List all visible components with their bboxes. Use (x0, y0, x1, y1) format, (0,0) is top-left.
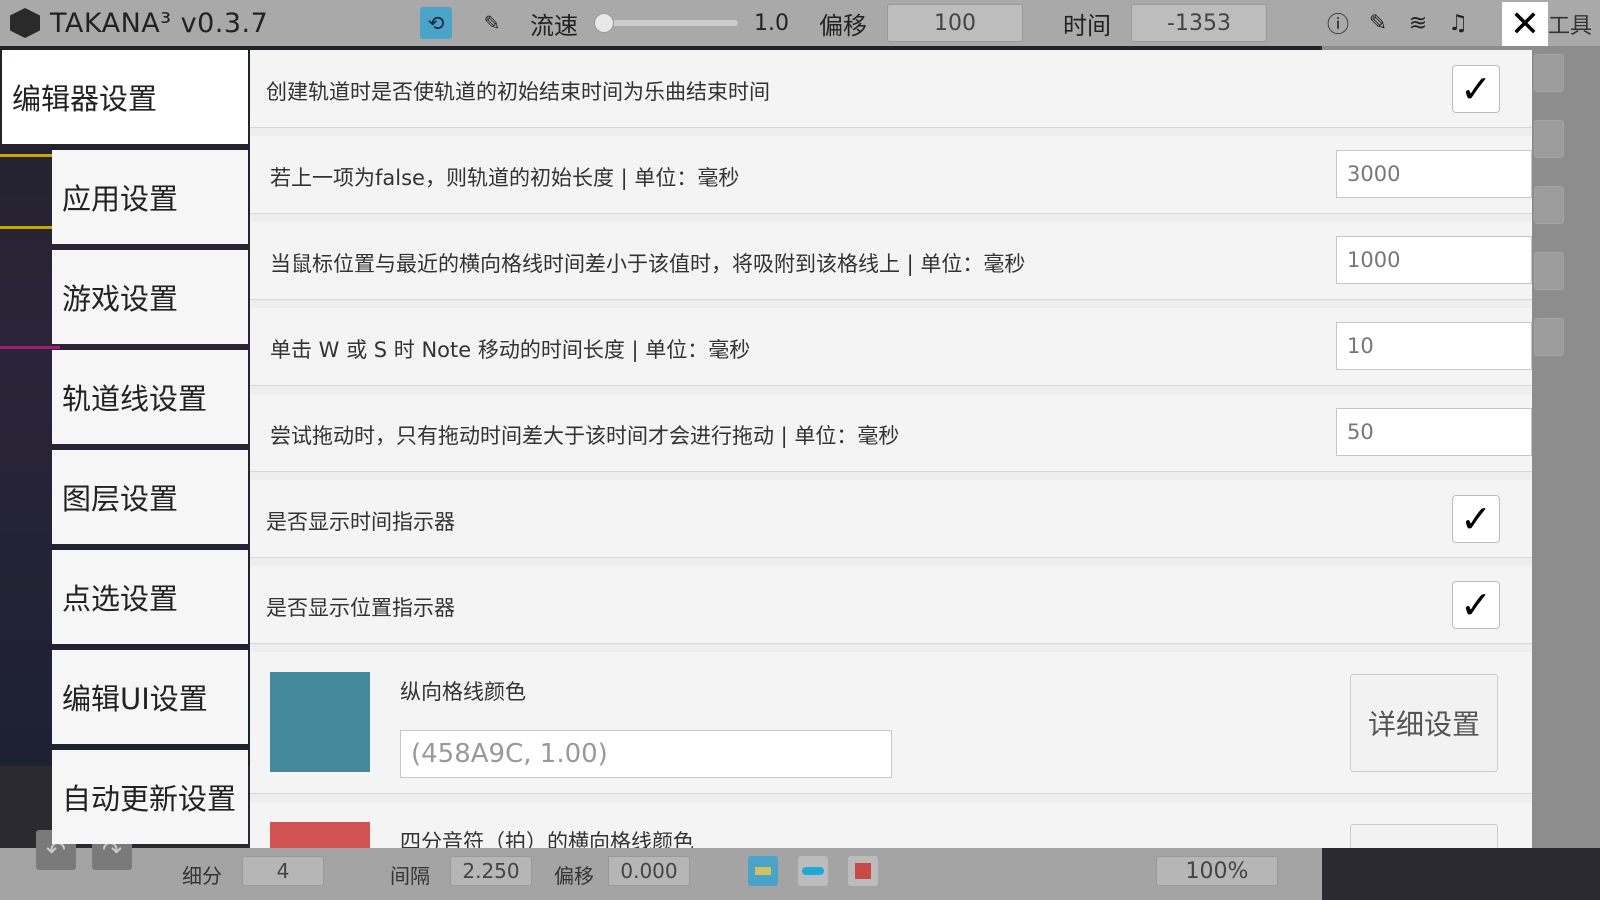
setting-row: 创建轨道时是否使轨道的初始结束时间为乐曲结束时间 ✓ (250, 50, 1532, 128)
setting-row: 尝试拖动时，只有拖动时间差大于该时间才会进行拖动 | 单位：毫秒 50 (250, 394, 1532, 472)
setting-row: 是否显示位置指示器 ✓ (250, 566, 1532, 644)
setting-checkbox[interactable]: ✓ (1452, 495, 1500, 543)
app-title: TAKANA³ v0.3.7 (50, 7, 269, 39)
setting-label: 单击 W 或 S 时 Note 移动的时间长度 | 单位：毫秒 (270, 338, 751, 362)
close-icon: ✕ (1509, 3, 1541, 45)
setting-label: 当鼠标位置与最近的横向格线时间差小于该值时，将吸附到该格线上 | 单位：毫秒 (270, 252, 1026, 276)
setting-label: 创建轨道时是否使轨道的初始结束时间为乐曲结束时间 (266, 80, 770, 104)
setting-number-input[interactable]: 50 (1336, 408, 1532, 456)
setting-row-color: 纵向格线颜色 (458A9C, 1.00) 详细设置 (250, 652, 1532, 794)
setting-row: 是否显示时间指示器 ✓ (250, 480, 1532, 558)
tool-hold-button[interactable] (798, 856, 828, 886)
subdivision-input[interactable]: 4 (242, 856, 324, 886)
color-value-input[interactable]: (458A9C, 1.00) (400, 730, 892, 778)
right-toolbar: ⓘ ✎ ≋ ♫ (1322, 0, 1474, 46)
zoom-input[interactable]: 100% (1156, 856, 1278, 886)
setting-row: 若上一项为false，则轨道的初始长度 | 单位：毫秒 3000 (250, 136, 1532, 214)
settings-nav: 编辑器设置 应用设置 游戏设置 轨道线设置 图层设置 点选设置 编辑UI设置 自… (0, 50, 250, 848)
info-icon[interactable]: ⓘ (1322, 7, 1354, 39)
logo-icon (10, 8, 40, 38)
color-swatch[interactable] (270, 822, 370, 848)
tab-edit-ui-settings[interactable]: 编辑UI设置 (52, 650, 248, 744)
setting-label: 是否显示位置指示器 (266, 596, 455, 620)
setting-row: 单击 W 或 S 时 Note 移动的时间长度 | 单位：毫秒 10 (250, 308, 1532, 386)
close-button[interactable]: ✕ (1502, 2, 1548, 46)
layers-icon[interactable]: ≋ (1402, 7, 1434, 39)
speed-label: 流速 (530, 11, 578, 40)
setting-row: 当鼠标位置与最近的横向格线时间差小于该值时，将吸附到该格线上 | 单位：毫秒 1… (250, 222, 1532, 300)
tab-auto-update-settings[interactable]: 自动更新设置 (52, 750, 248, 844)
tool-color-button[interactable] (748, 856, 778, 886)
interval-input[interactable]: 2.250 (450, 856, 532, 886)
speed-value: 1.0 (754, 10, 789, 36)
detail-settings-button[interactable]: 详细设置 (1350, 674, 1498, 772)
stop-icon (855, 863, 871, 879)
bottom-toolbar: 细分 4 间隔 2.250 偏移 0.000 100% (0, 848, 1322, 900)
note-icon (755, 867, 771, 875)
setting-label: 若上一项为false，则轨道的初始长度 | 单位：毫秒 (270, 166, 740, 190)
checkmark-icon: ✓ (1460, 497, 1492, 541)
setting-row-color: 四分音符（拍）的横向格线颜色 (250, 802, 1532, 848)
setting-number-input[interactable]: 10 (1336, 322, 1532, 370)
panel-button[interactable] (1534, 252, 1564, 290)
setting-label: 尝试拖动时，只有拖动时间差大于该时间才会进行拖动 | 单位：毫秒 (270, 424, 900, 448)
tab-game-settings[interactable]: 游戏设置 (52, 250, 248, 344)
tools-label[interactable]: 工具 (1548, 8, 1592, 40)
tab-app-settings[interactable]: 应用设置 (52, 150, 248, 244)
tab-editor-settings[interactable]: 编辑器设置 (2, 50, 248, 144)
detail-settings-button[interactable] (1350, 824, 1498, 848)
checkmark-icon: ✓ (1460, 67, 1492, 111)
speed-slider[interactable] (594, 13, 738, 33)
settings-content: 创建轨道时是否使轨道的初始结束时间为乐曲结束时间 ✓ 若上一项为false，则轨… (250, 50, 1532, 848)
offset-input[interactable]: 100 (887, 4, 1023, 42)
setting-label: 是否显示时间指示器 (266, 510, 455, 534)
bottom-offset-label: 偏移 (554, 864, 594, 888)
time-label: 时间 (1063, 11, 1111, 40)
hold-icon (802, 867, 824, 875)
tool-delete-button[interactable] (848, 856, 878, 886)
music-note-icon[interactable]: ♫ (1442, 7, 1474, 39)
color-swatch[interactable] (270, 672, 370, 772)
tab-track-line-settings[interactable]: 轨道线设置 (52, 350, 248, 444)
panel-button[interactable] (1534, 54, 1564, 92)
panel-button[interactable] (1534, 120, 1564, 158)
speed-slider-thumb[interactable] (594, 13, 614, 33)
refresh-icon[interactable]: ⟲ (420, 7, 452, 39)
setting-number-input[interactable]: 1000 (1336, 236, 1532, 284)
checkmark-icon: ✓ (1460, 583, 1492, 627)
offset-label: 偏移 (819, 11, 867, 40)
setting-number-input[interactable]: 3000 (1336, 150, 1532, 198)
tab-layer-settings[interactable]: 图层设置 (52, 450, 248, 544)
subdivision-label: 细分 (182, 864, 222, 888)
color-setting-label: 纵向格线颜色 (400, 680, 526, 704)
tab-selection-settings[interactable]: 点选设置 (52, 550, 248, 644)
setting-checkbox[interactable]: ✓ (1452, 581, 1500, 629)
interval-label: 间隔 (390, 864, 430, 888)
edit-icon[interactable]: ✎ (1362, 7, 1394, 39)
bottom-offset-input[interactable]: 0.000 (608, 856, 690, 886)
panel-button[interactable] (1534, 186, 1564, 224)
panel-button[interactable] (1534, 318, 1564, 356)
color-setting-label: 四分音符（拍）的横向格线颜色 (400, 830, 694, 848)
magic-wand-icon[interactable]: ✎ (476, 7, 508, 39)
setting-checkbox[interactable]: ✓ (1452, 65, 1500, 113)
time-input[interactable]: -1353 (1131, 4, 1267, 42)
